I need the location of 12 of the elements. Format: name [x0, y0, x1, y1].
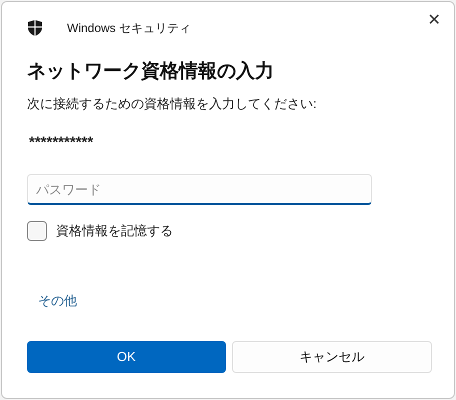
- shield-icon: [28, 20, 42, 36]
- cancel-button[interactable]: キャンセル: [232, 340, 432, 372]
- window-title: Windows セキュリティ: [67, 20, 192, 37]
- remember-label: 資格情報を記憶する: [56, 222, 173, 240]
- password-field[interactable]: パスワード: [27, 174, 372, 205]
- username-text: ***********: [29, 132, 94, 152]
- ok-button[interactable]: OK: [27, 340, 226, 372]
- dialog-heading: ネットワーク資格情報の入力: [27, 60, 275, 84]
- close-button[interactable]: ✕: [419, 6, 449, 36]
- instruction-text: 次に接続するための資格情報を入力してください:: [27, 95, 318, 113]
- remember-checkbox[interactable]: [27, 221, 47, 241]
- more-options-link[interactable]: その他: [38, 291, 77, 310]
